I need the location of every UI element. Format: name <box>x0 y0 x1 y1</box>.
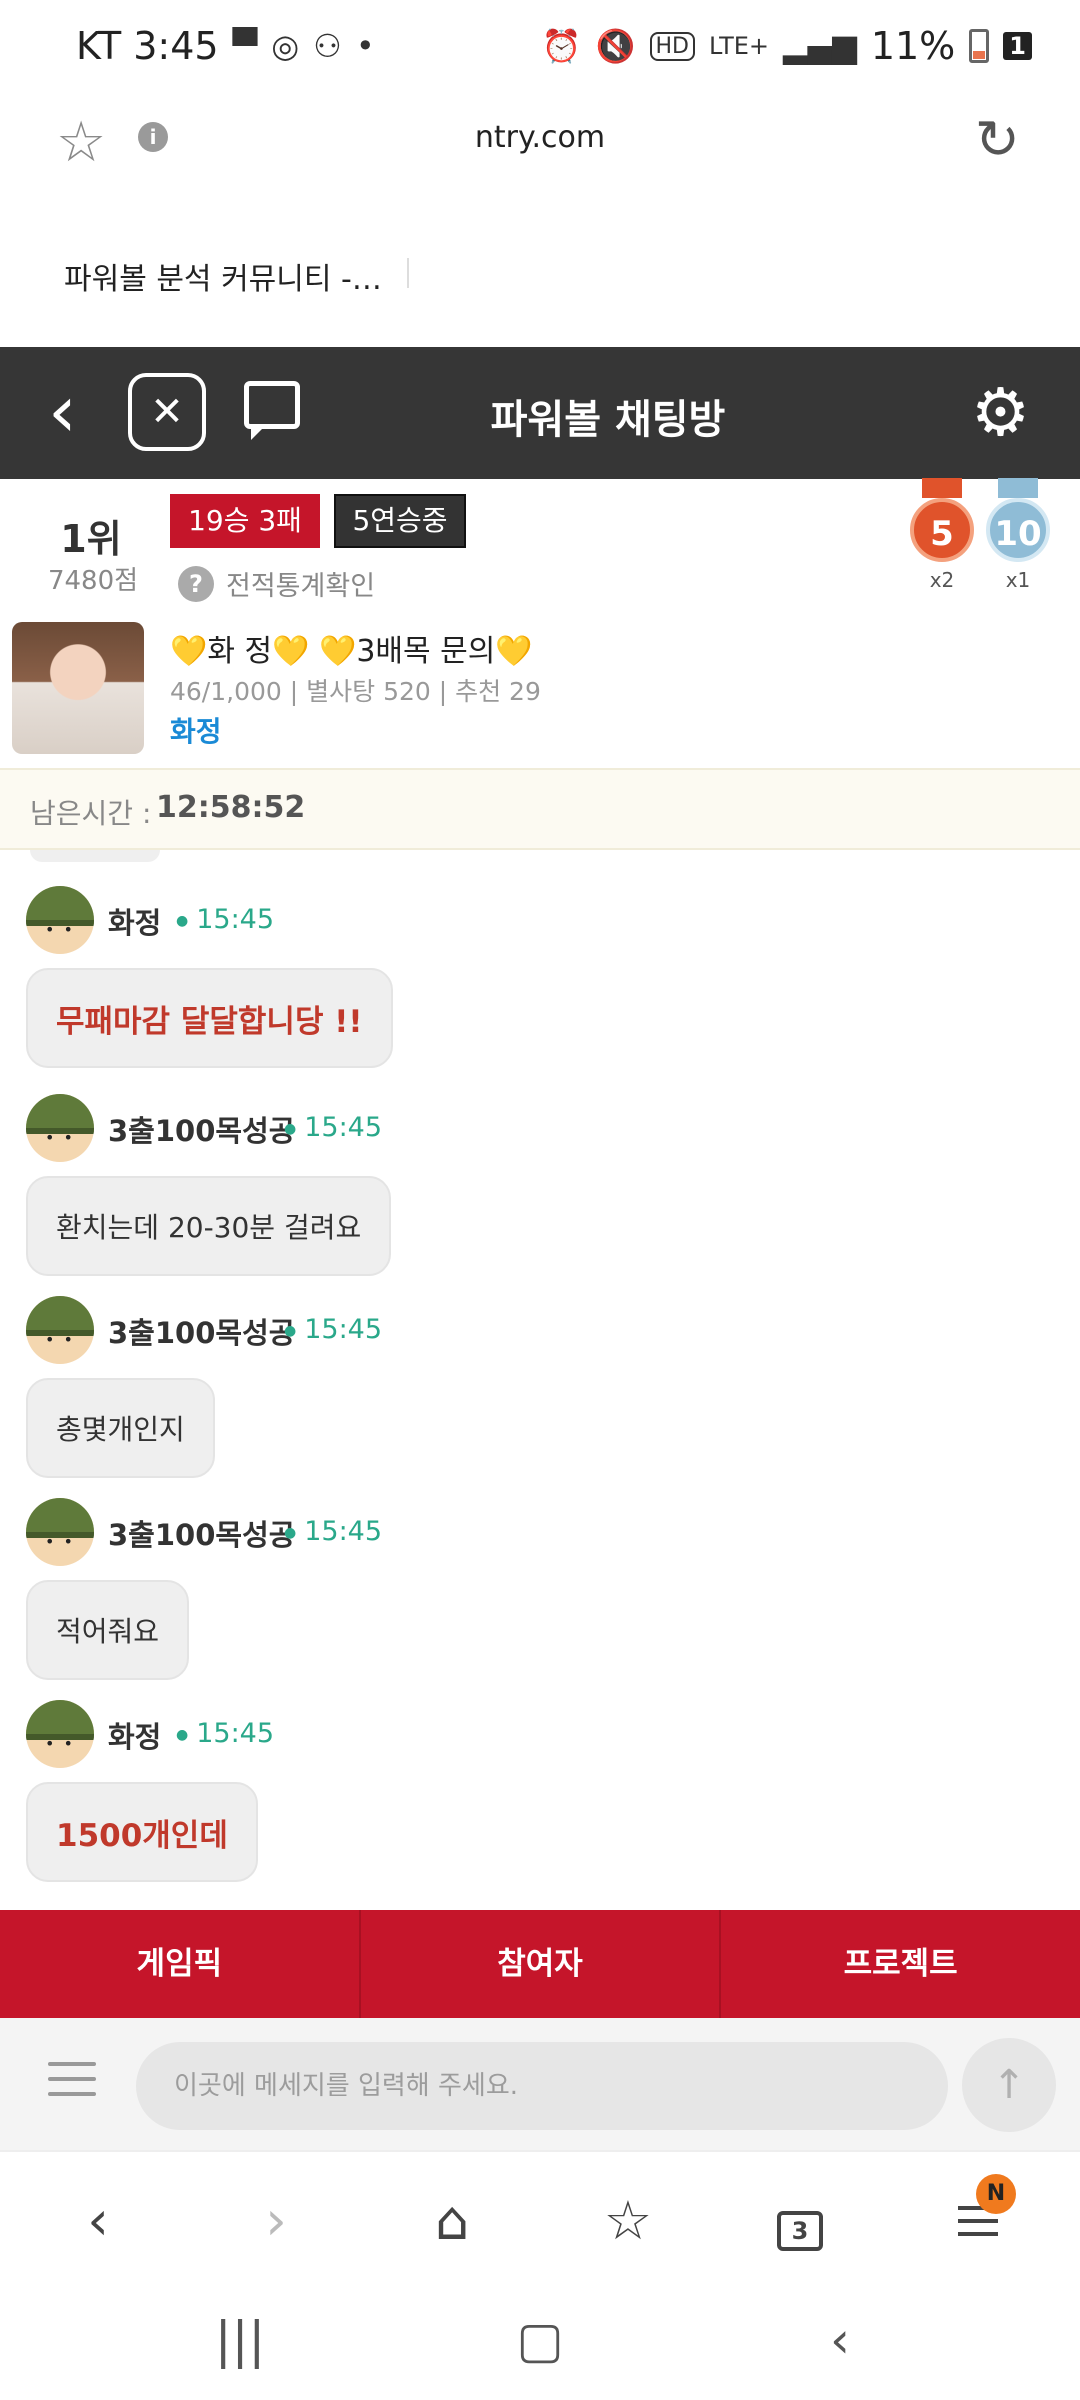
battery-icon <box>969 29 990 63</box>
rank-points: 7480점 <box>47 566 139 596</box>
profile-meta: 46/1,000 | 별사탕 520 | 추천 29 <box>170 677 541 706</box>
browser-nav: ‹ › ⌂ ☆ 3 N <box>0 2150 1080 2280</box>
home-icon[interactable]: ⌂ <box>412 2186 492 2256</box>
message-bubble: 총몇개인지 <box>26 1378 215 1478</box>
message-author[interactable]: 화정 <box>108 900 161 942</box>
tab-divider <box>407 258 409 288</box>
menu-line <box>48 2062 96 2066</box>
message-bubble: 적어줘요 <box>26 1580 190 1680</box>
tabs-button[interactable]: 3 <box>760 2186 840 2256</box>
notification-badge: N <box>976 2174 1016 2214</box>
alarm-icon: ⏰ <box>541 27 582 65</box>
signal-icon: ▂▄▆ <box>783 27 857 65</box>
instagram-icon: ◎ <box>271 27 300 65</box>
timer-value: 12:58:52 <box>156 790 306 825</box>
record-badge: 19승 3패 <box>170 494 320 548</box>
recent-apps-icon[interactable]: ||| <box>200 2310 280 2370</box>
url-text[interactable]: ntry.com <box>0 120 1080 155</box>
battery-percent: 11% <box>870 24 956 68</box>
previous-bubble <box>30 850 160 862</box>
tab-count: 3 <box>777 2211 823 2251</box>
rank-label: 1위 <box>60 517 122 561</box>
message-time: 15:45 <box>284 1112 382 1143</box>
message-time: 15:45 <box>176 1718 274 1749</box>
menu-line <box>48 2077 96 2081</box>
status-left: KT 3:45 ▀ ◎ ⚇ • <box>76 24 375 68</box>
menu-icon[interactable] <box>48 2062 96 2098</box>
medal-ribbon <box>998 478 1038 498</box>
medal-disc: 10 <box>986 498 1050 562</box>
message-bubble: 무패마감 달달합니당 !! <box>26 968 393 1068</box>
tab-participants[interactable]: 참여자 <box>361 1910 722 2018</box>
send-button[interactable]: ↑ <box>962 2038 1056 2132</box>
tab-game-pick[interactable]: 게임픽 <box>0 1910 361 2018</box>
system-back-icon[interactable]: ‹ <box>800 2310 880 2370</box>
url-bar: ☆ i ntry.com ↻ <box>0 92 1080 188</box>
dot-icon: • <box>355 27 375 65</box>
message-author[interactable]: 3출100목성공 <box>108 1512 295 1554</box>
timer-bar: 남은시간 : 12:58:52 <box>0 768 1080 850</box>
bookmarks-icon[interactable]: ☆ <box>588 2186 668 2256</box>
reload-icon[interactable]: ↻ <box>975 108 1020 171</box>
message-time: 15:45 <box>284 1314 382 1345</box>
stats-link[interactable]: ? 전적통계확인 <box>178 564 375 603</box>
page-tab-title[interactable]: 파워볼 분석 커뮤니티 -… <box>64 254 382 298</box>
profile-photo[interactable] <box>12 622 144 754</box>
mute-icon: 🔇 <box>595 27 636 65</box>
gear-icon[interactable]: ⚙ <box>971 373 1030 453</box>
medal-count: x1 <box>1005 568 1031 592</box>
message-author[interactable]: 화정 <box>108 1714 161 1756</box>
medal-5: 5 x2 <box>906 478 978 592</box>
message-author[interactable]: 3출100목성공 <box>108 1108 295 1150</box>
medal-count: x2 <box>929 568 955 592</box>
user-avatar[interactable] <box>26 1296 94 1364</box>
message-bubble: 1500개인데 <box>26 1782 258 1882</box>
network-type: LTE+ <box>709 32 769 60</box>
browser-menu-button[interactable]: N <box>938 2174 1018 2256</box>
status-bar: KT 3:45 ▀ ◎ ⚇ • ⏰ 🔇 HD LTE+ ▂▄▆ 11% 1 <box>0 0 1080 92</box>
user-avatar[interactable] <box>26 1094 94 1162</box>
browser-forward-icon[interactable]: › <box>236 2186 316 2256</box>
message-notification-icon: ▀ <box>232 27 258 65</box>
hd-icon: HD <box>649 31 695 61</box>
bottom-tabs: 게임픽 참여자 프로젝트 <box>0 1910 1080 2018</box>
message-input-area: ↑ <box>0 2018 1080 2150</box>
browser-back-icon[interactable]: ‹ <box>58 2186 138 2256</box>
message-bubble: 환치는데 20-30분 걸려요 <box>26 1176 392 1276</box>
stats-link-label: 전적통계확인 <box>226 571 376 602</box>
user-avatar[interactable] <box>26 886 94 954</box>
message-author[interactable]: 3출100목성공 <box>108 1310 295 1352</box>
chat-header: ‹ ✕ 파워볼 채팅방 ⚙ <box>0 347 1080 479</box>
timer-label: 남은시간 : <box>30 797 152 830</box>
sim-badge: 1 <box>1003 32 1032 60</box>
profile-title: 💛화 정💛 💛3배목 문의💛 <box>170 634 533 669</box>
home-button-icon[interactable]: ▢ <box>500 2310 580 2370</box>
chat-room-title: 파워볼 채팅방 <box>490 397 726 443</box>
medal-ribbon <box>922 478 962 498</box>
message-time: 15:45 <box>284 1516 382 1547</box>
user-avatar[interactable] <box>26 1498 94 1566</box>
profile-name[interactable]: 화정 <box>170 710 222 750</box>
system-nav: ||| ▢ ‹ <box>0 2280 1080 2400</box>
carrier-time: KT 3:45 <box>76 24 219 68</box>
arrow-up-icon: ↑ <box>992 2062 1026 2108</box>
message-input[interactable] <box>136 2042 948 2130</box>
medal-disc: 5 <box>910 498 974 562</box>
menu-line <box>48 2092 96 2096</box>
tab-project[interactable]: 프로젝트 <box>721 1910 1080 2018</box>
status-right: ⏰ 🔇 HD LTE+ ▂▄▆ 11% 1 <box>542 24 1032 68</box>
user-avatar[interactable] <box>26 1700 94 1768</box>
streak-badge: 5연승중 <box>334 494 466 548</box>
medal-10: 10 x1 <box>982 478 1054 592</box>
message-time: 15:45 <box>176 904 274 935</box>
person-add-icon: ⚇ <box>313 27 342 65</box>
question-icon: ? <box>178 565 214 602</box>
